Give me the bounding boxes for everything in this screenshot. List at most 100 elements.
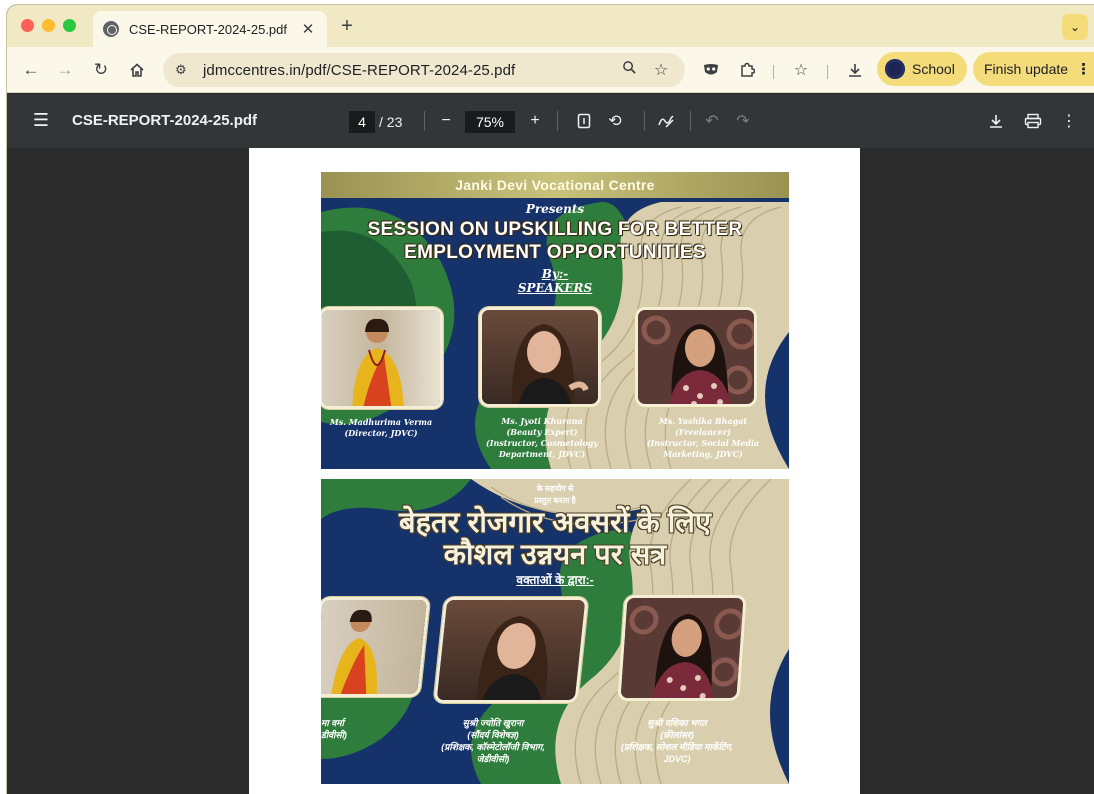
speaker-photo-1 [321, 307, 443, 409]
bookmarks-star-icon[interactable]: ☆ [789, 58, 813, 82]
speaker-name: सुश्री यशिका भगत [647, 718, 707, 728]
organization-name: Janki Devi Vocational Centre [455, 177, 655, 193]
speaker-photo-3 [617, 595, 747, 701]
browser-window: CSE-REPORT-2024-25.pdf ✕ + ⌄ ← → ↻ ⚙ jdm… [7, 5, 1094, 794]
finish-update-button[interactable]: Finish update ⋮ [973, 52, 1094, 86]
presents-text: प्रस्तुत करता है [534, 496, 576, 505]
chevron-down-icon: ⌄ [1069, 20, 1081, 34]
toolbar-divider [644, 111, 645, 131]
speaker-caption-1: मा वर्मा डीवीसी) [321, 717, 371, 741]
tab-strip: CSE-REPORT-2024-25.pdf ✕ + ⌄ [7, 5, 1094, 47]
maximize-window-button[interactable] [63, 19, 76, 32]
reload-button[interactable]: ↻ [89, 58, 113, 82]
session-headline: SESSION ON UPSKILLING FOR BETTER EMPLOYM… [321, 218, 789, 264]
speaker-name: मा वर्मा [321, 718, 344, 728]
organization-banner: Janki Devi Vocational Centre [321, 172, 789, 198]
puzzle-icon[interactable] [735, 58, 759, 82]
collab-text: के सहयोग से [536, 484, 574, 493]
fit-page-icon[interactable] [573, 110, 595, 132]
back-button[interactable]: ← [19, 58, 43, 82]
zoom-out-button[interactable]: − [435, 110, 457, 132]
rotate-icon[interactable]: ⟲ [604, 110, 626, 132]
hindi-headline: बेहतर रोजगार अवसरों के लिए कौशल उन्नयन प… [321, 507, 789, 571]
speaker-photo-2 [479, 307, 601, 407]
headline-line2: EMPLOYMENT OPPORTUNITIES [404, 242, 706, 263]
home-button[interactable] [125, 58, 149, 82]
presents-text: Presents [525, 202, 585, 216]
speaker-name: Ms. Yashika Bhagat [658, 416, 748, 426]
address-bar[interactable]: ⚙ jdmccentres.in/pdf/CSE-REPORT-2024-25.… [163, 53, 685, 87]
tab-close-icon[interactable]: ✕ [299, 20, 317, 38]
globe-icon [103, 21, 119, 37]
speaker-role: डीवीसी) [321, 730, 347, 740]
minimize-window-button[interactable] [42, 19, 55, 32]
arrow-left-icon: ← [22, 60, 40, 79]
pdf-title: CSE-REPORT-2024-25.pdf [72, 112, 258, 129]
speaker-role: जेडीवीसी) [476, 754, 510, 764]
close-window-button[interactable] [21, 19, 34, 32]
toolbar-divider [827, 65, 828, 79]
pdf-page: Janki Devi Vocational Centre Presents SE… [249, 148, 860, 794]
speaker-role: (प्रशिक्षक, सोशल मीडिया मार्केटिंग, [620, 742, 734, 752]
new-tab-button[interactable]: + [335, 15, 359, 38]
speaker-role: (सौंदर्य विशेषज्ञ) [467, 730, 519, 740]
tab-title: CSE-REPORT-2024-25.pdf [129, 21, 287, 37]
speaker-caption-2: Ms. Jyoti Khurana (Beauty Expert) (Instr… [473, 416, 611, 460]
speaker-role: JDVC) [663, 754, 691, 764]
redo-icon[interactable]: ↷ [732, 110, 754, 132]
extension-icon[interactable] [699, 58, 723, 82]
menu-icon[interactable]: ☰ [30, 110, 52, 131]
speaker-caption-3: Ms. Yashika Bhagat (Freelancer) (Instruc… [639, 416, 767, 460]
download-icon[interactable] [985, 110, 1007, 132]
profile-button[interactable]: School [877, 52, 967, 86]
reload-icon: ↻ [93, 60, 109, 79]
profile-label: School [912, 61, 955, 77]
browser-toolbar: ← → ↻ ⚙ jdmccentres.in/pdf/CSE-REPORT-20… [7, 47, 1094, 93]
print-icon[interactable] [1022, 110, 1044, 132]
mask-icon [704, 64, 718, 75]
speaker-name: Ms. Jyoti Khurana [501, 416, 583, 426]
magnifier-icon[interactable] [617, 60, 641, 80]
headline-line1: SESSION ON UPSKILLING FOR BETTER [367, 219, 743, 240]
speaker-role: (Instructor, Cosmetology [485, 438, 599, 448]
speaker-role: Department, JDVC) [498, 449, 586, 459]
toolbar-divider [773, 65, 774, 79]
toolbar-divider [557, 111, 558, 131]
speaker-caption-1: Ms. Madhurima Verma (Director, JDVC) [321, 417, 441, 439]
tune-icon[interactable]: ⚙ [175, 62, 191, 78]
url-text[interactable]: jdmccentres.in/pdf/CSE-REPORT-2024-25.pd… [203, 62, 609, 79]
speaker-photo-1 [321, 597, 431, 697]
finish-update-label: Finish update [984, 61, 1069, 77]
speaker-caption-2: सुश्री ज्योति खुराना (सौंदर्य विशेषज्ञ) … [417, 717, 569, 765]
undo-icon[interactable]: ↶ [701, 110, 723, 132]
speaker-role: (प्रशिक्षक, कॉस्मेटोलॉजी विभाग, [441, 742, 545, 752]
more-vertical-icon[interactable]: ⋮ [1058, 110, 1080, 132]
toolbar-divider [690, 111, 691, 131]
star-icon[interactable]: ☆ [649, 60, 673, 80]
page-total: / 23 [379, 114, 403, 130]
avatar [885, 59, 905, 79]
speaker-role: (Instructor, Social Media [646, 438, 760, 448]
page-number-input[interactable]: 4 [349, 111, 375, 133]
pen-icon[interactable] [655, 110, 677, 132]
tab-active[interactable]: CSE-REPORT-2024-25.pdf ✕ [93, 11, 327, 47]
speaker-caption-3: सुश्री यशिका भगत (फ्रीलांसर) (प्रशिक्षक,… [597, 717, 757, 765]
pdf-viewer-area[interactable]: Janki Devi Vocational Centre Presents SE… [7, 148, 1094, 794]
speakers-heading: वक्ताओं के द्वारा:- [516, 573, 594, 587]
download-icon[interactable] [843, 58, 867, 82]
speaker-photo-3 [635, 307, 757, 407]
home-icon [130, 63, 144, 77]
tab-search-button[interactable]: ⌄ [1062, 14, 1088, 40]
speaker-role: (फ्रीलांसर) [660, 730, 694, 740]
zoom-input[interactable]: 75% [465, 111, 515, 133]
speaker-name: सुश्री ज्योति खुराना [462, 718, 524, 728]
speakers-heading: By:- SPEAKERS [321, 267, 789, 295]
speaker-role: (Freelancer) [675, 427, 731, 437]
zoom-in-button[interactable]: + [524, 110, 546, 132]
by-label: By:- [541, 267, 569, 281]
poster-english: Janki Devi Vocational Centre Presents SE… [321, 172, 789, 469]
speaker-name: Ms. Madhurima Verma [329, 417, 433, 427]
pdf-toolbar: ☰ CSE-REPORT-2024-25.pdf 4 / 23 − 75% + … [7, 94, 1094, 148]
speaker-role: (Director, JDVC) [344, 428, 418, 438]
forward-button[interactable]: → [53, 58, 77, 82]
